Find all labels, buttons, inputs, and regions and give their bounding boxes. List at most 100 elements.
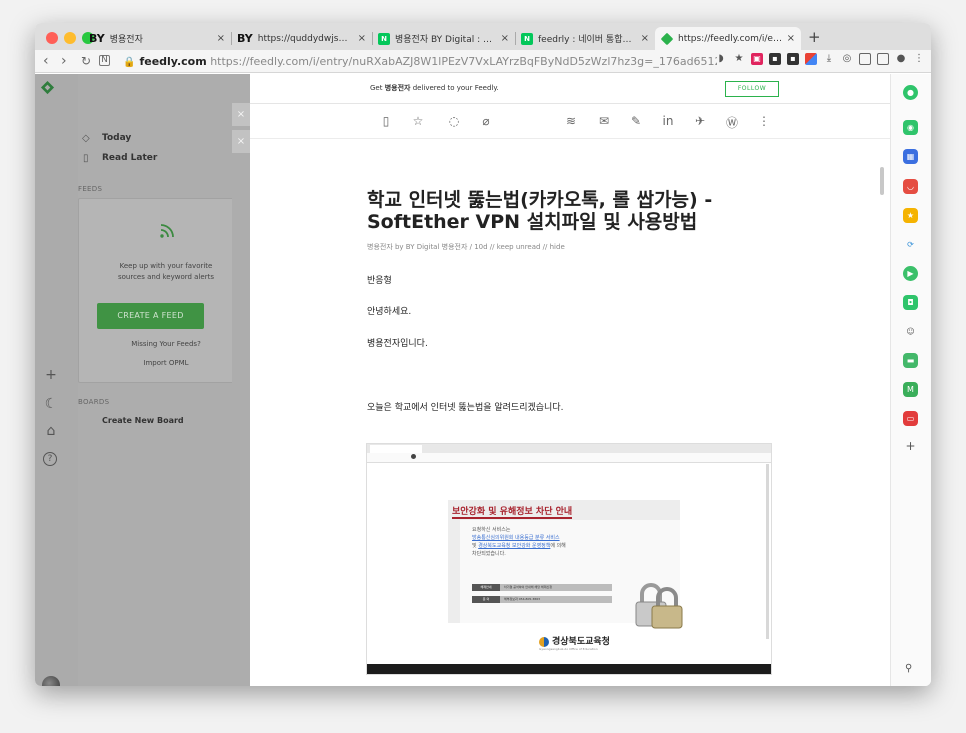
tab-2-favicon: BY (237, 31, 253, 45)
twitter-icon[interactable]: ✈ (692, 114, 708, 128)
image-text: 에 의해 (550, 543, 566, 549)
article-paragraph: 안녕하세요. (367, 307, 412, 317)
tab-2-close-icon[interactable]: × (358, 33, 366, 44)
article-meta: 병용전자 by BY Digital 병용전자 / 10d // keep un… (367, 243, 565, 251)
today-icon: ◇ (82, 133, 90, 144)
extension-face-icon[interactable]: ☺ (903, 324, 918, 339)
url-host: feedly.com (139, 55, 207, 68)
profile-icon[interactable]: ● (895, 53, 907, 65)
extension-star-icon[interactable]: ★ (903, 208, 918, 223)
feed-card-line2: sources and keyword alerts (117, 273, 214, 281)
add-extension-icon[interactable]: + (903, 439, 918, 454)
night-mode-icon[interactable]: ☾ (43, 396, 59, 412)
linkedin-icon[interactable]: in (660, 114, 676, 128)
extension-red-badge-icon[interactable]: ▭ (903, 411, 918, 426)
close-article-icon[interactable]: × (232, 103, 250, 126)
extension-m-icon[interactable]: M (903, 382, 918, 397)
menu-icon[interactable]: ⋮ (913, 53, 925, 65)
tab-2[interactable]: BY https://quddydwjswk.tistory.c × (231, 27, 372, 50)
extension-multi-icon[interactable] (805, 53, 817, 65)
image-bar: 문 의 해부정보과 054-805-3863 (472, 596, 612, 603)
help-icon[interactable]: ? (43, 452, 57, 466)
extension-play-icon[interactable]: ▶ (903, 266, 918, 281)
extension-red-icon[interactable]: ▣ (751, 53, 763, 65)
mail-icon[interactable]: ✉ (596, 114, 612, 128)
missing-feeds-link[interactable]: Missing Your Feeds? (79, 340, 253, 348)
close-strip: × × (232, 74, 250, 686)
nav-read-later[interactable]: Read Later (102, 153, 157, 163)
board-icon[interactable]: ◌ (446, 114, 462, 128)
bookmark-star-icon[interactable]: ★ (733, 53, 745, 65)
create-feed-card: Keep up with your favorite sources and k… (78, 198, 254, 383)
rss-icon (160, 224, 174, 238)
avatar[interactable] (42, 676, 60, 686)
tab-1[interactable]: BY 병용전자 × (83, 27, 231, 50)
close-window-button[interactable] (46, 32, 58, 44)
tab-4[interactable]: N feedrly : 네이버 통합검색 × (515, 27, 655, 50)
pin-icon[interactable]: ⚲ (905, 663, 912, 674)
minimize-window-button[interactable] (64, 32, 76, 44)
article-image: 보안강화 및 유해정보 차단 안내 요청하신 서비스는 방송통신심의위원회 내용… (366, 443, 772, 675)
tab-3-title: 병용전자 BY Digital : 네이버 블로 (395, 35, 497, 45)
tab-4-close-icon[interactable]: × (641, 33, 649, 44)
reload-icon[interactable]: ↻ (81, 53, 91, 69)
extension-pocket-icon[interactable]: ◡ (903, 179, 918, 194)
follow-message: Get 병용전자 delivered to your Feedly. (370, 83, 499, 93)
image-tabbar (367, 444, 771, 453)
back-icon[interactable]: ‹ (43, 53, 49, 69)
add-icon[interactable]: + (43, 367, 59, 383)
new-tab-button[interactable]: + (808, 28, 821, 46)
extension-calendar-icon[interactable]: ▦ (903, 149, 918, 164)
evernote-icon[interactable]: ✎ (628, 114, 644, 128)
layers-icon[interactable]: ≋ (563, 114, 579, 128)
image-line: 방송통신심의위원회 내용등급 분류 서비스 (472, 534, 560, 541)
toolbar-icons: ◗ ★ ▣ ▪ ▪ ⤓ ◎ ● ⋮ (715, 53, 925, 65)
create-board-link[interactable]: Create New Board (102, 416, 184, 425)
image-profile-icon (411, 454, 416, 459)
camera-icon[interactable]: ◎ (841, 53, 853, 65)
tab-3[interactable]: N 병용전자 BY Digital : 네이버 블로 × (372, 27, 515, 50)
tab-5-active[interactable]: https://feedly.com/i/entry/nuR × (655, 27, 801, 50)
feedly-nav-panel: ◇ Today ▯ Read Later FEEDS ⚙ Keep up wit… (78, 74, 254, 686)
feedly-rail: + ☾ ⌂ ? (35, 74, 78, 686)
tab-5-close-icon[interactable]: × (787, 33, 795, 44)
shield-icon[interactable]: ◗ (715, 53, 727, 65)
nav-today[interactable]: Today (102, 133, 131, 143)
link-icon[interactable]: ⌀ (478, 114, 494, 128)
follow-button[interactable]: FOLLOW (725, 81, 779, 97)
sidebar-icon[interactable] (859, 53, 871, 65)
wordpress-icon[interactable]: Ⓦ (724, 114, 740, 131)
image-taskbar (367, 664, 771, 674)
feedly-logo-icon[interactable] (40, 80, 55, 95)
article-title[interactable]: 학교 인터넷 뚫는법(카카오톡, 롤 쌉가능) - SoftEther VPN … (367, 189, 787, 233)
article-scrollbar[interactable] (880, 167, 884, 195)
star-icon[interactable]: ☆ (410, 114, 426, 128)
extension-dark-icon[interactable]: ▪ (769, 53, 781, 65)
image-link: 경상북도교육청 보안강화 운영정책 (478, 543, 551, 549)
extension-s-icon[interactable]: ▪ (787, 53, 799, 65)
download-icon[interactable]: ⤓ (823, 53, 835, 65)
reader-mode-icon[interactable]: N (99, 55, 110, 66)
import-opml-link[interactable]: Import OPML (79, 359, 253, 367)
address-bar[interactable]: 🔒 feedly.com https://feedly.com/i/entry/n… (123, 52, 717, 71)
create-feed-button[interactable]: CREATE A FEED (97, 303, 204, 329)
extension-green-icon[interactable]: ◘ (903, 295, 918, 310)
extension-whale-icon[interactable]: ● (903, 85, 918, 100)
extension-bell-icon[interactable]: ◉ (903, 120, 918, 135)
extension-chat-icon[interactable]: ▬ (903, 353, 918, 368)
image-scrollbar (766, 464, 769, 639)
tab-3-close-icon[interactable]: × (501, 33, 509, 44)
forward-icon[interactable]: › (61, 53, 67, 69)
extension-translate-icon[interactable]: ⟳ (903, 237, 918, 252)
article-paragraph: 오늘은 학교에서 인터넷 뚫는법을 알려드리겠습니다. (367, 403, 564, 413)
gift-icon[interactable]: ⌂ (43, 423, 59, 439)
close-panel-icon[interactable]: × (232, 130, 250, 153)
image-link: 방송통신심의위원회 내용등급 분류 서비스 (472, 535, 560, 541)
tab-3-favicon: N (378, 32, 390, 45)
more-icon[interactable]: ⋮ (756, 114, 772, 128)
split-view-icon[interactable] (877, 53, 889, 65)
tab-1-close-icon[interactable]: × (217, 33, 225, 44)
tab-strip: BY 병용전자 × BY https://quddydwjswk.tistory… (35, 23, 931, 50)
save-later-icon[interactable]: ▯ (378, 114, 394, 128)
tab-1-favicon: BY (89, 31, 105, 45)
